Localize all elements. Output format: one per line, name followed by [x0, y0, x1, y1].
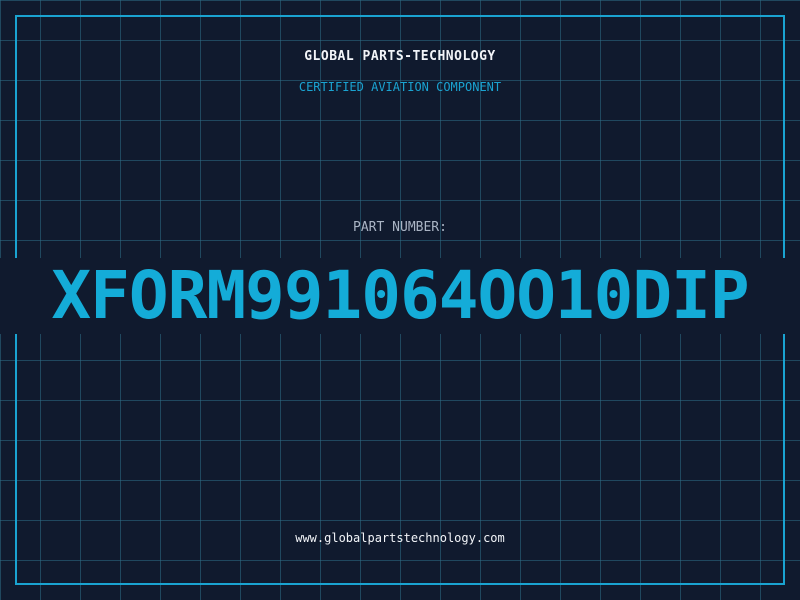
part-number-label: PART NUMBER: [353, 220, 447, 235]
website-url[interactable]: www.globalpartstechnology.com [0, 531, 800, 545]
company-name: GLOBAL PARTS-TECHNOLOGY [304, 49, 496, 64]
certification-subtitle: CERTIFIED AVIATION COMPONENT [298, 80, 502, 94]
part-number-value: XFORM991064OO10DIP [51, 258, 749, 334]
part-number-band: XFORM991064OO10DIP [0, 258, 800, 334]
part-label-card: GLOBAL PARTS-TECHNOLOGY CERTIFIED AVIATI… [0, 0, 800, 600]
